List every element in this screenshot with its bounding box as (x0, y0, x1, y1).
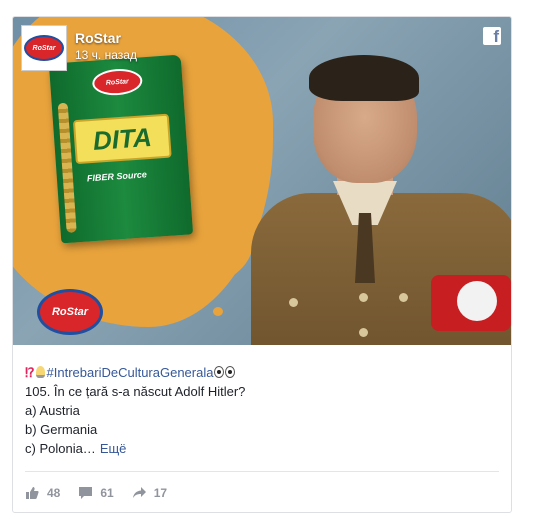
eyes-icon (214, 363, 236, 382)
question-text: 105. În ce țară s-a născut Adolf Hitler? (25, 384, 246, 399)
stats-divider (25, 471, 499, 472)
facebook-icon[interactable]: f (483, 27, 501, 46)
answer-option-b: b) Germania (25, 422, 98, 437)
product-package: RoStar DITA FIBER Source (48, 54, 194, 244)
answer-option-c: c) Polonia… (25, 441, 96, 456)
portrait-figure (251, 43, 511, 345)
avatar-logo: RoStar (24, 35, 64, 61)
comments-count-button[interactable]: 61 (78, 486, 114, 500)
thumbs-up-icon (25, 486, 41, 500)
package-brand-logo: RoStar (91, 67, 144, 97)
shares-count: 17 (153, 486, 168, 500)
page-name-link[interactable]: RoStar (75, 30, 121, 46)
package-title: DITA (91, 121, 153, 156)
avatar-logo-text: RoStar (32, 44, 56, 52)
answer-option-a: a) Austria (25, 403, 80, 418)
orange-splash-dot (213, 307, 223, 316)
comment-icon (78, 486, 94, 500)
orange-splash-dot (163, 287, 181, 301)
uniform-button (399, 293, 408, 302)
post-text: ⁉ #IntrebariDeCulturaGenerala 105. În ce … (25, 363, 499, 458)
package-subtitle: FIBER Source (86, 169, 148, 184)
share-arrow-icon (132, 486, 148, 500)
corner-logo-text: RoStar (51, 306, 89, 318)
shares-count-button[interactable]: 17 (132, 486, 167, 500)
light-bulb-icon (35, 366, 45, 378)
package-brand-text: RoStar (105, 77, 130, 87)
hashtag-line: ⁉ #IntrebariDeCulturaGenerala (25, 363, 499, 382)
likes-count: 48 (47, 486, 61, 500)
likes-count-button[interactable]: 48 (25, 486, 60, 500)
post-image[interactable]: RoStar DITA FIBER Source RoStar RoStar R… (13, 17, 511, 345)
comments-count: 61 (100, 486, 114, 500)
answer-option-c-line: c) Polonia… Ещё (25, 439, 499, 458)
see-more-link[interactable]: Ещё (100, 441, 127, 456)
uniform-button (359, 293, 368, 302)
hashtag-link[interactable]: #IntrebariDeCulturaGenerala (47, 365, 214, 380)
facebook-post-card: RoStar DITA FIBER Source RoStar RoStar R… (12, 16, 512, 513)
corner-brand-logo: RoStar (37, 289, 103, 335)
engagement-stats: 48 61 17 (25, 483, 185, 503)
page-avatar[interactable]: RoStar (21, 25, 67, 71)
armband-emblem (457, 281, 497, 321)
post-timestamp[interactable]: 13 ч. назад (75, 48, 137, 62)
figure-hair (309, 55, 419, 101)
uniform-button (289, 298, 298, 307)
package-title-panel: DITA (72, 113, 172, 165)
uniform-button (359, 328, 368, 337)
exclamation-question-icon: ⁉ (25, 365, 35, 380)
